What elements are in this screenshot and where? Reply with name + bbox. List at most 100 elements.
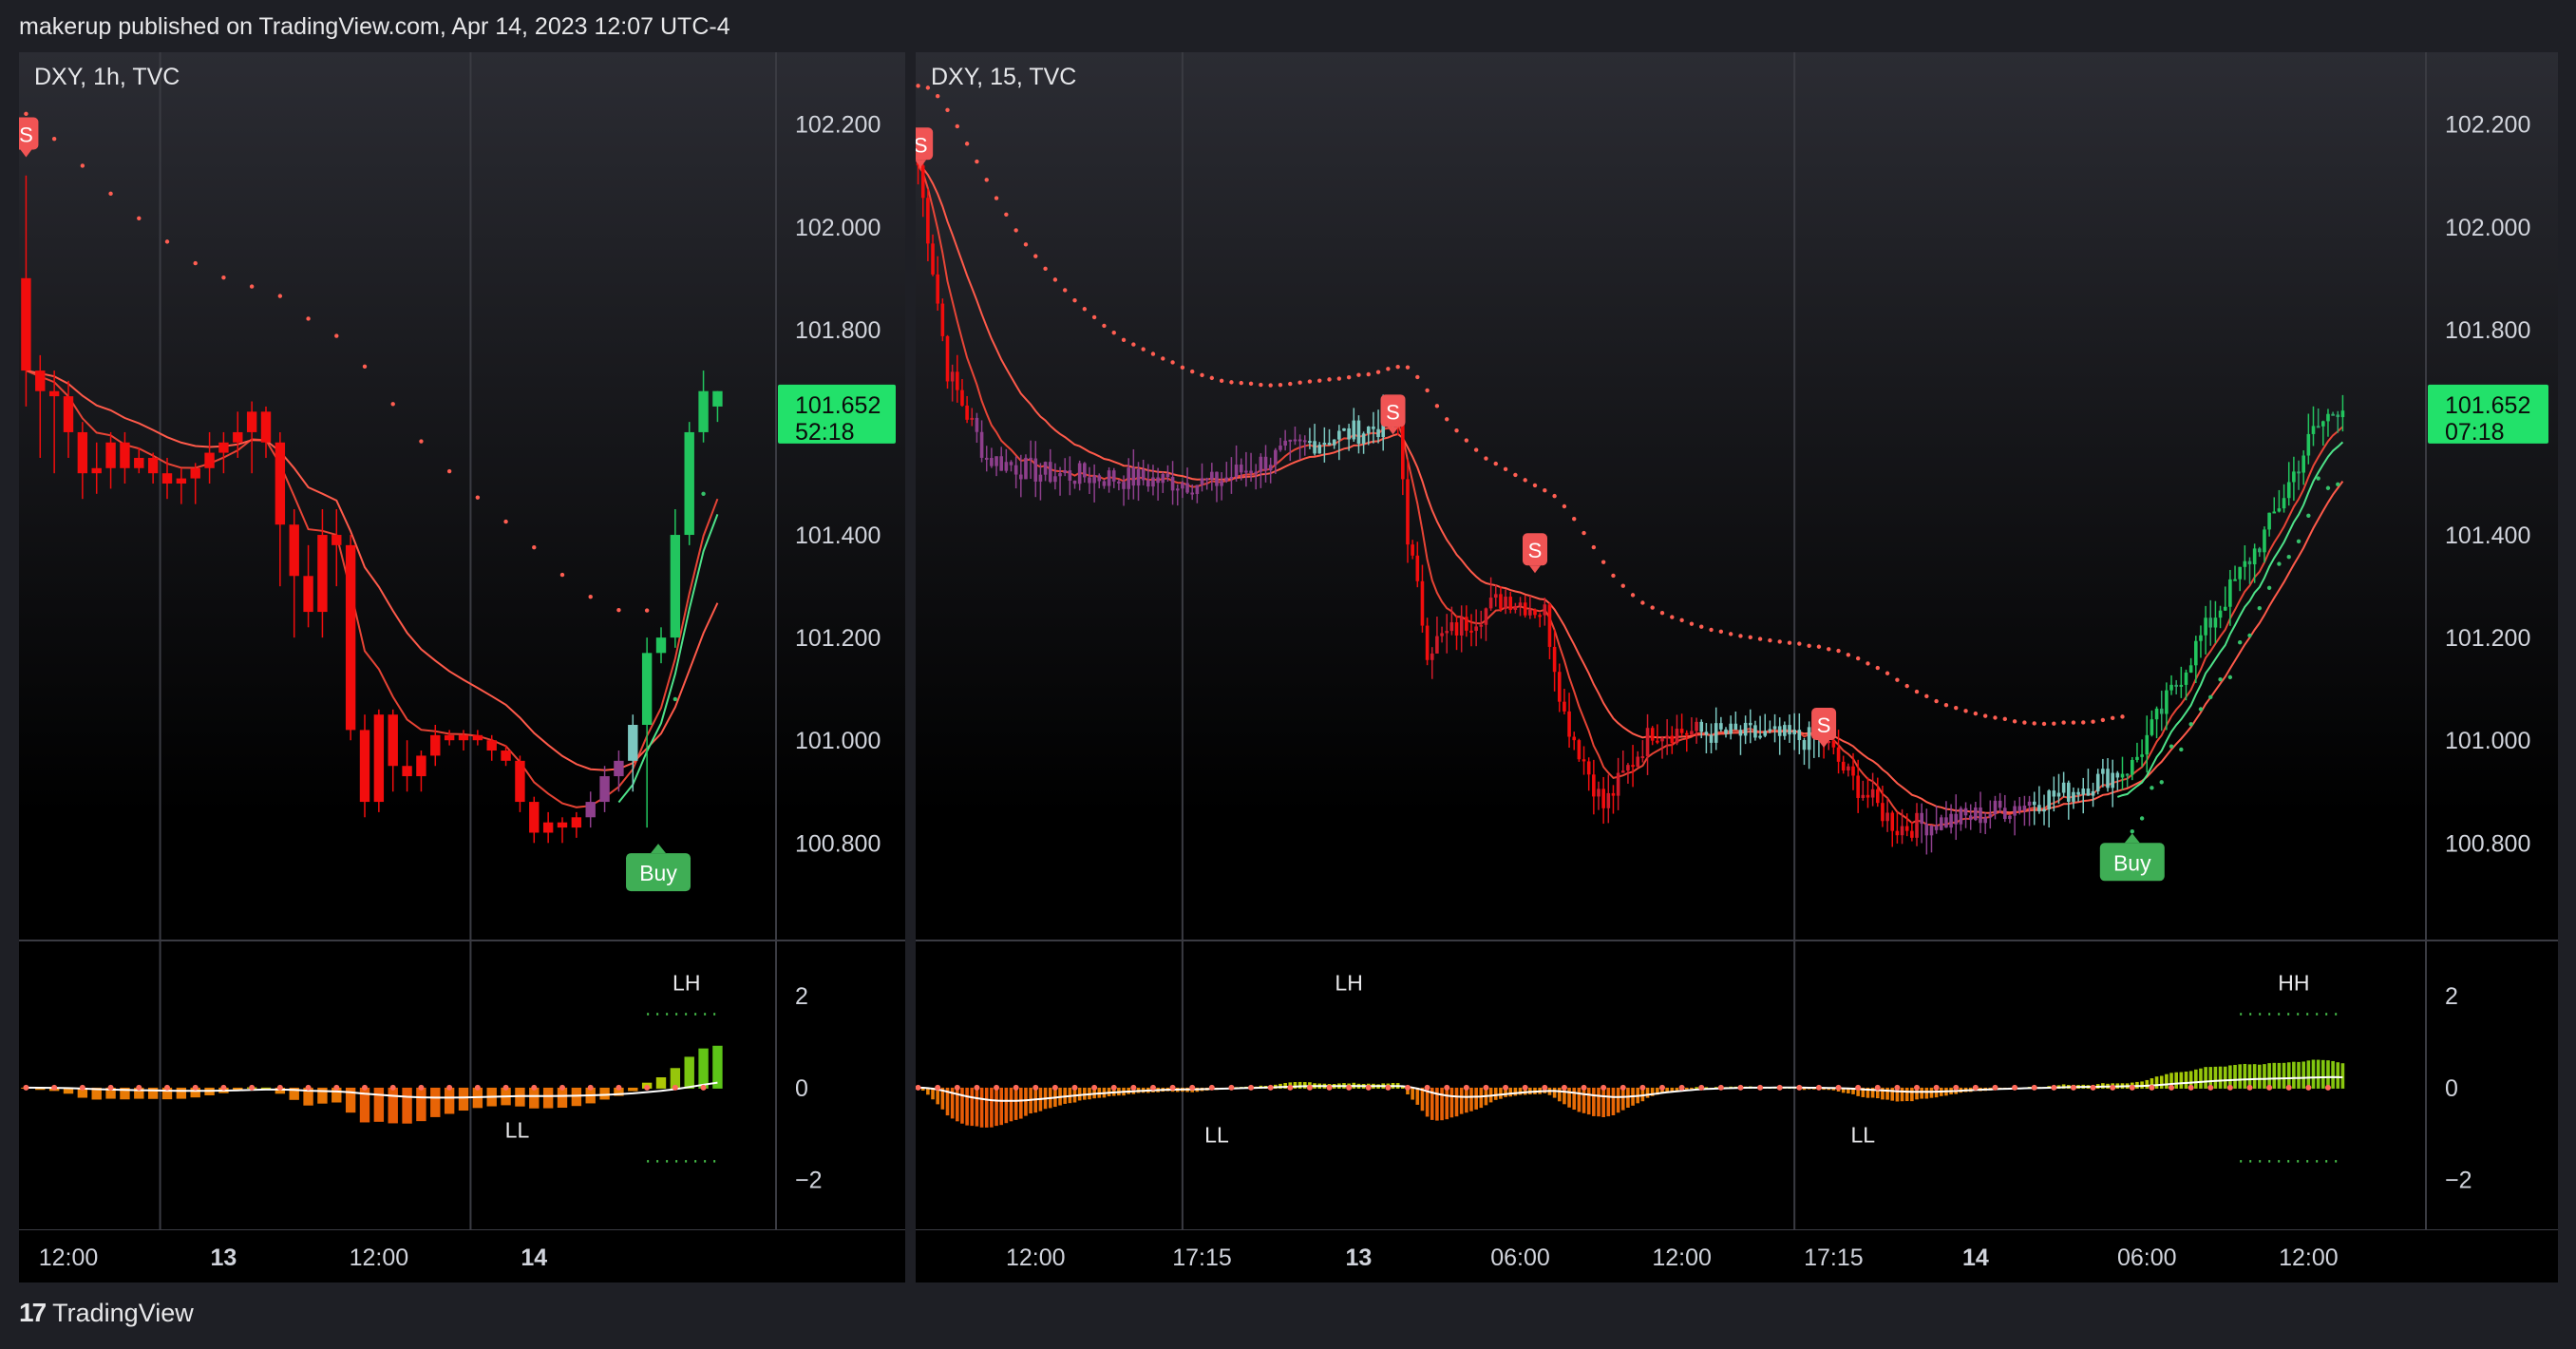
trailing-stop-dot bbox=[1699, 624, 1704, 629]
candle-body bbox=[979, 431, 984, 458]
candle-body bbox=[1411, 544, 1414, 556]
candle-body bbox=[1709, 734, 1714, 743]
candle-body bbox=[1665, 735, 1669, 739]
zero-line-dot bbox=[935, 1084, 941, 1091]
trailing-stop-dot bbox=[1601, 560, 1606, 564]
zero-line-dot bbox=[1208, 1084, 1215, 1091]
candle-body bbox=[1053, 476, 1057, 483]
oscillator-bar bbox=[1415, 1087, 1420, 1105]
oscillator-bar bbox=[1929, 1087, 1934, 1098]
trailing-stop-dot bbox=[1904, 683, 1909, 689]
price-tick-label: 102.200 bbox=[795, 112, 881, 139]
chart-panel-1h[interactable]: LH LL 102.200 102.000 101.800 101.400 101.200 1… bbox=[19, 52, 905, 1282]
zero-line-dot bbox=[502, 1084, 509, 1091]
oscillator-bar bbox=[684, 1056, 694, 1089]
candle-body bbox=[1597, 788, 1601, 797]
candle-body bbox=[373, 714, 385, 803]
candle-body bbox=[2140, 754, 2144, 757]
candle-body bbox=[1488, 598, 1493, 609]
candle-body bbox=[2037, 805, 2041, 812]
zero-line-dot bbox=[1894, 1084, 1901, 1091]
trailing-stop-dot bbox=[390, 402, 395, 407]
oscillator-bar bbox=[430, 1087, 441, 1117]
candle-body bbox=[956, 371, 959, 390]
price-tick-label: 101.400 bbox=[795, 522, 881, 549]
candle-body bbox=[1479, 624, 1484, 627]
trailing-stop-dot bbox=[984, 178, 989, 182]
zero-line-dot bbox=[51, 1084, 58, 1091]
candle-body bbox=[1777, 726, 1782, 736]
candle-body bbox=[571, 817, 582, 828]
candle-body bbox=[1484, 608, 1488, 625]
time-tick-label: 14 bbox=[521, 1244, 547, 1271]
candle-body bbox=[1210, 471, 1214, 480]
zero-line-dot bbox=[305, 1084, 312, 1091]
candle-body bbox=[1117, 481, 1121, 484]
chart-canvas-15m[interactable]: LH LL LL HH 102.200 102.000 101.800 101.400 101.… bbox=[916, 52, 2558, 1282]
candle-body bbox=[1528, 609, 1532, 616]
zero-line-dot bbox=[1835, 1084, 1842, 1091]
candle-body bbox=[1924, 824, 1929, 836]
zero-line-dot bbox=[220, 1084, 227, 1091]
oscillator-bar bbox=[1552, 1087, 1557, 1098]
zero-line-dot bbox=[79, 1084, 85, 1091]
trailing-stop-dot bbox=[2237, 640, 2243, 645]
zero-line-dot bbox=[2207, 1084, 2214, 1091]
bar-countdown-label: 07:18 bbox=[2445, 419, 2505, 446]
candle-body bbox=[1743, 722, 1748, 736]
candle-body bbox=[1415, 555, 1420, 581]
oscillator-bar bbox=[529, 1087, 540, 1109]
candle-body bbox=[2292, 471, 2296, 483]
candle-body bbox=[1274, 449, 1278, 466]
trailing-stop-dot bbox=[2032, 721, 2036, 726]
candle-body bbox=[1861, 794, 1866, 798]
oscillator-bar bbox=[1518, 1087, 1523, 1095]
slow-band-line bbox=[918, 164, 2344, 814]
candle-body bbox=[1904, 826, 1909, 831]
candle-body bbox=[1572, 736, 1577, 741]
zero-line-dot bbox=[1248, 1084, 1255, 1091]
zero-line-dot bbox=[1463, 1084, 1469, 1091]
tradingview-brand[interactable]: 17 TradingView bbox=[19, 1298, 194, 1328]
oscillator-bar bbox=[1586, 1087, 1591, 1115]
candle-body bbox=[585, 802, 596, 818]
trailing-stop-dot bbox=[1659, 610, 1665, 616]
trailing-stop-dot bbox=[616, 607, 621, 613]
zero-line-dot bbox=[1874, 1084, 1881, 1091]
candle-body bbox=[120, 442, 130, 468]
oscillator-bar bbox=[2301, 1061, 2305, 1089]
oscillator-bar bbox=[416, 1087, 426, 1122]
candle-body bbox=[472, 734, 483, 741]
candle-body bbox=[684, 431, 694, 536]
candle-body bbox=[458, 734, 469, 741]
trailing-stop-dot bbox=[2266, 585, 2272, 590]
candle-body bbox=[1288, 439, 1293, 442]
zero-line-dot bbox=[1522, 1084, 1528, 1091]
oscillator-bar bbox=[402, 1087, 412, 1124]
candle-body bbox=[542, 822, 554, 833]
time-axis-background bbox=[19, 1230, 905, 1282]
candle-body bbox=[1988, 814, 1993, 818]
trailing-stop-dot bbox=[916, 84, 920, 88]
candle-body bbox=[1802, 740, 1807, 750]
candle-body bbox=[1445, 631, 1449, 634]
zero-line-dot bbox=[1071, 1084, 1078, 1091]
time-tick-label: 17:15 bbox=[1804, 1244, 1864, 1271]
oscillator-bar bbox=[444, 1087, 455, 1114]
zero-line-dot bbox=[1228, 1084, 1235, 1091]
trailing-stop-dot bbox=[108, 191, 113, 197]
zero-line-dot bbox=[2070, 1084, 2076, 1091]
trailing-stop-dot bbox=[1052, 277, 1058, 282]
chart-panel-15m[interactable]: LH LL LL HH 102.200 102.000 101.800 101.400 101.… bbox=[916, 52, 2558, 1282]
zero-line-dot bbox=[531, 1084, 538, 1091]
candle-body bbox=[1181, 483, 1184, 489]
candle-body bbox=[1601, 788, 1605, 808]
fast-band-line bbox=[26, 370, 719, 808]
candle-body bbox=[1875, 788, 1880, 804]
trailing-stop-dot bbox=[249, 284, 255, 289]
candle-body bbox=[1513, 605, 1518, 611]
oscillator-bar bbox=[1508, 1087, 1513, 1097]
trailing-stop-dot bbox=[964, 142, 970, 146]
candle-body bbox=[1895, 830, 1900, 836]
chart-canvas-1h[interactable]: LH LL 102.200 102.000 101.800 101.400 101.200 1… bbox=[19, 52, 905, 1282]
